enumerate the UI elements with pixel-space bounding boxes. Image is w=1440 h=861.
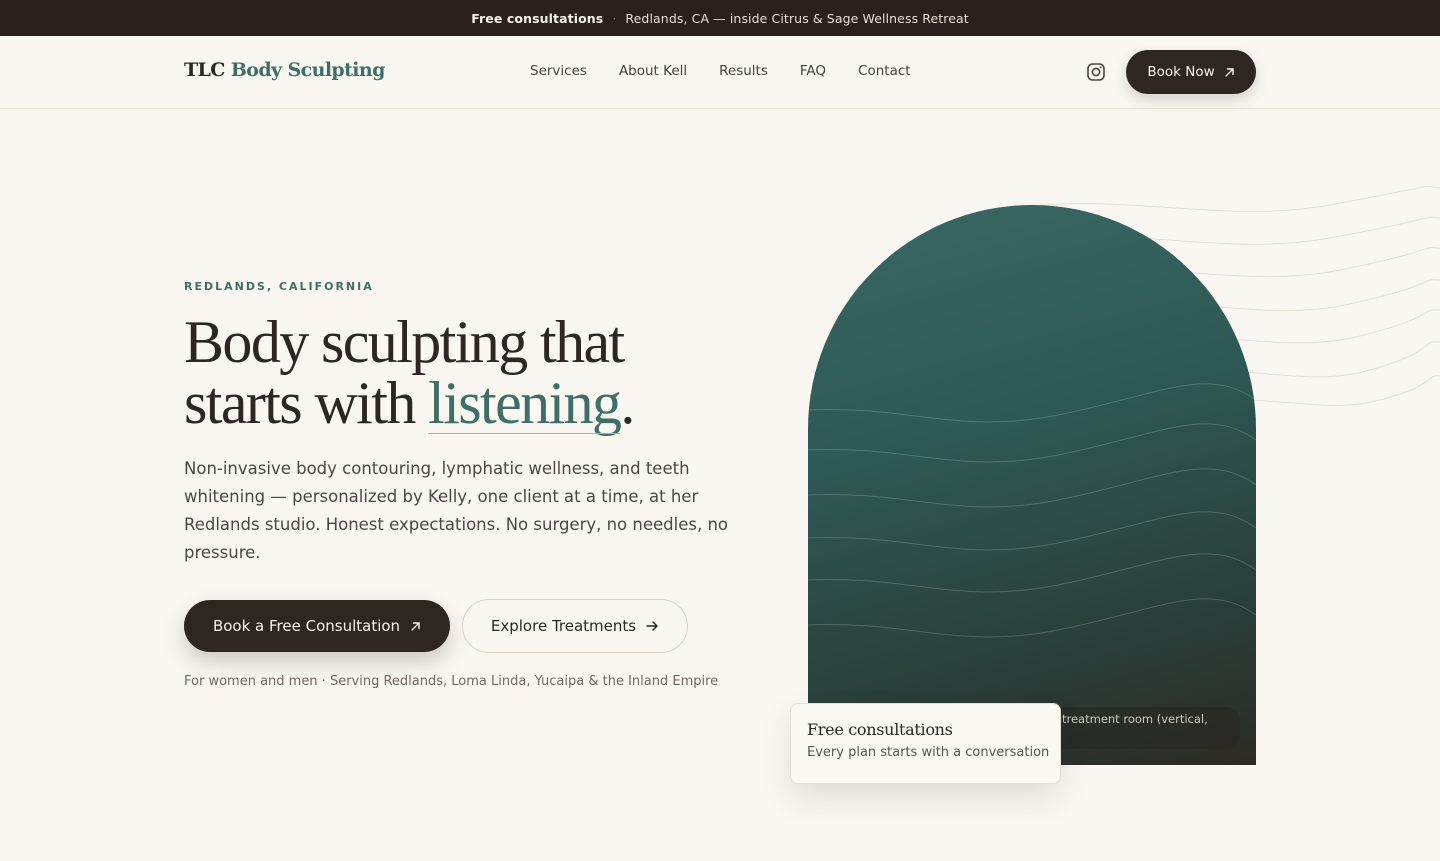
- eyebrow-location: REDLANDS, CALIFORNIA: [184, 280, 374, 293]
- hero-headline: Body sculpting that starts with listenin…: [184, 312, 744, 434]
- book-now-button[interactable]: Book Now: [1126, 50, 1256, 94]
- logo-accent: Body Sculpting: [230, 59, 386, 81]
- card-title: Free consultations: [807, 720, 953, 739]
- nav-about[interactable]: About Kell: [619, 63, 687, 79]
- headline-highlight: listening: [428, 370, 622, 436]
- announcement-separator: ·: [612, 10, 617, 26]
- nav-results[interactable]: Results: [719, 63, 768, 79]
- headline-line2-start: starts with: [184, 370, 429, 436]
- hero-image-arch: [808, 205, 1256, 765]
- nav-services[interactable]: Services: [530, 63, 587, 79]
- arrow-up-right-icon: [411, 621, 420, 631]
- explore-treatments-button[interactable]: Explore Treatments: [462, 599, 688, 653]
- explore-treatments-label: Explore Treatments: [490, 617, 637, 635]
- arch-wave-lines: [808, 383, 1256, 638]
- hero-subtitle: Non-invasive body contouring, lymphatic …: [184, 459, 729, 562]
- main-nav: Services About Kell Results FAQ Contact: [530, 63, 943, 79]
- arrow-right-icon: [646, 621, 658, 631]
- instagram-icon[interactable]: [1086, 62, 1106, 82]
- logo[interactable]: TLC Body Sculpting: [184, 59, 385, 81]
- nav-contact[interactable]: Contact: [858, 63, 911, 79]
- service-area-note: For women and men · Serving Redlands, Lo…: [184, 674, 719, 689]
- logo-prefix: TLC: [184, 59, 225, 81]
- image-caption: treatment room (vertical,: [1040, 707, 1240, 749]
- arrow-up-right-icon: [1224, 67, 1234, 77]
- book-consultation-button[interactable]: Book a Free Consultation: [184, 600, 450, 652]
- headline-line1: Body sculpting that: [184, 309, 625, 375]
- announcement-bar: Free consultations · Redlands, CA — insi…: [0, 0, 1440, 36]
- site-header: TLC Body Sculpting Services About Kell R…: [0, 36, 1440, 109]
- book-consultation-label: Book a Free Consultation: [212, 617, 401, 635]
- consultation-card: Free consultations Every plan starts wit…: [790, 703, 1061, 784]
- card-subtitle: Every plan starts with a conversation: [807, 745, 1050, 760]
- nav-faq[interactable]: FAQ: [800, 63, 826, 79]
- book-now-label: Book Now: [1147, 64, 1215, 80]
- headline-end: .: [620, 370, 635, 436]
- announcement-highlight: Free consultations: [471, 10, 604, 26]
- announcement-text: Redlands, CA — inside Citrus & Sage Well…: [625, 10, 969, 26]
